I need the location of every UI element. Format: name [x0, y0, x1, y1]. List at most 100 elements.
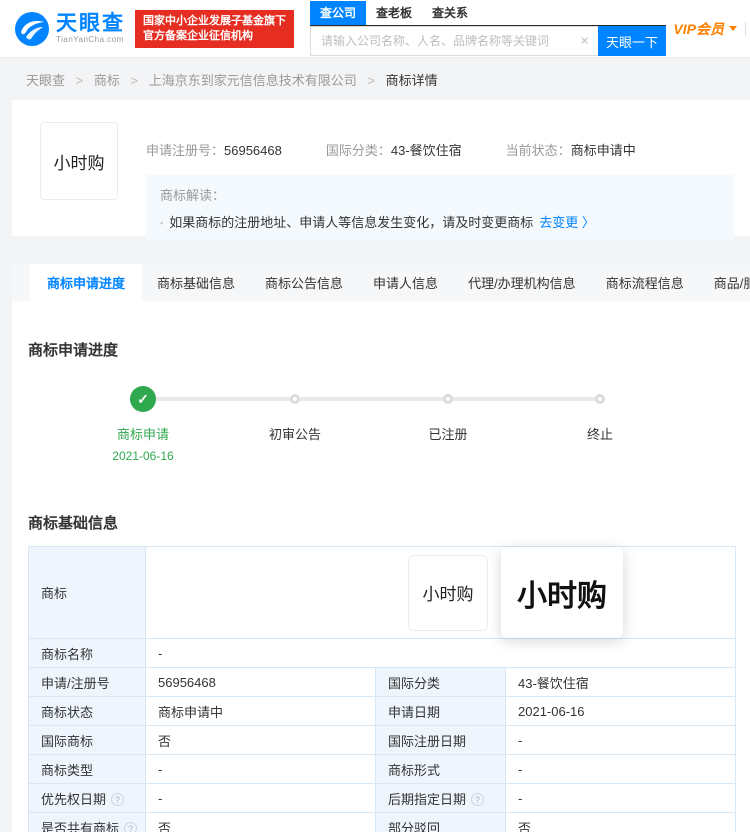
row-label: 后期指定日期 — [388, 792, 466, 807]
row-label: 申请/注册号 — [41, 676, 110, 691]
pending-dot-icon — [595, 394, 605, 404]
bullet-icon: ▪ — [160, 218, 163, 228]
tab-process-info[interactable]: 商标流程信息 — [591, 264, 699, 301]
eye-logo-icon — [14, 11, 50, 47]
field-international-class: 国际分类：43-餐饮住宿 — [326, 140, 462, 159]
breadcrumb-separator: > — [131, 73, 139, 88]
row-value: 否 — [506, 813, 736, 832]
clear-icon[interactable]: × — [580, 34, 589, 49]
row-label: 申请日期 — [388, 705, 440, 720]
note-title: 商标解读： — [160, 185, 720, 204]
go-change-link[interactable]: 去变更 〉 — [539, 215, 595, 230]
breadcrumb-current: 商标详情 — [386, 73, 438, 88]
help-icon[interactable]: ? — [471, 793, 484, 806]
row-value: 商标申请中 — [146, 697, 376, 726]
trademark-note-box: 商标解读： ▪ 如果商标的注册地址、申请人等信息发生变化，请及时变更商标去变更 〉 — [146, 175, 734, 240]
header-divider — [745, 22, 746, 36]
row-label: 商标名称 — [41, 647, 93, 662]
detail-content-panel: 商标申请进度 ✓ 商标申请 2021-06-16 初审公告 已注册 终止 商标基… — [12, 301, 750, 832]
tab-application-progress[interactable]: 商标申请进度 — [30, 264, 142, 301]
breadcrumb: 天眼查 > 商标 > 上海京东到家元信信息技术有限公司 > 商标详情 — [0, 58, 750, 100]
vip-label: VIP会员 — [673, 19, 724, 39]
detail-tabbar: 商标申请进度 商标基础信息 商标公告信息 申请人信息 代理/办理机构信息 商标流… — [12, 264, 750, 301]
table-row-trademark-image: 商标 小时购 小时购 — [29, 547, 736, 639]
row-value: 56956468 — [146, 668, 376, 697]
help-icon[interactable]: ? — [111, 793, 124, 806]
search-tab-company[interactable]: 查公司 — [310, 1, 366, 25]
row-label: 国际注册日期 — [388, 734, 466, 749]
search-tabs: 查公司 查老板 查关系 — [310, 1, 666, 26]
tab-basic-info[interactable]: 商标基础信息 — [142, 264, 250, 301]
row-label: 是否共有商标 — [41, 821, 119, 832]
certification-badge: 国家中小企业发展子基金旗下 官方备案企业征信机构 — [135, 10, 294, 48]
row-label: 商标 — [29, 547, 146, 639]
step-date: 2021-06-16 — [68, 449, 218, 463]
breadcrumb-company[interactable]: 上海京东到家元信信息技术有限公司 — [149, 73, 357, 88]
note-text: 如果商标的注册地址、申请人等信息发生变化，请及时变更商标 — [169, 215, 533, 230]
row-value: - — [146, 639, 736, 668]
application-progress-stepper: ✓ 商标申请 2021-06-16 初审公告 已注册 终止 — [12, 386, 750, 487]
badge-line2: 官方备案企业征信机构 — [143, 29, 286, 44]
search-tab-relation[interactable]: 查关系 — [422, 1, 478, 25]
chevron-right-icon: 〉 — [582, 215, 595, 230]
row-value: - — [506, 755, 736, 784]
row-label: 优先权日期 — [41, 792, 106, 807]
row-value: 2021-06-16 — [506, 697, 736, 726]
table-row: 商标类型 - 商标形式 - — [29, 755, 736, 784]
step-preliminary-gazette: 初审公告 — [220, 386, 370, 443]
step-terminated: 终止 — [525, 386, 675, 443]
logo-title: 天眼查 — [56, 13, 125, 35]
breadcrumb-separator: > — [367, 73, 375, 88]
breadcrumb-trademark[interactable]: 商标 — [94, 73, 120, 88]
help-icon[interactable]: ? — [124, 822, 137, 832]
header-search: 查公司 查老板 查关系 × 天眼一下 — [310, 1, 666, 56]
row-label: 商标类型 — [41, 763, 93, 778]
step-registered: 已注册 — [373, 386, 523, 443]
basic-info-section-title: 商标基础信息 — [12, 487, 750, 533]
trademark-image: 小时购 — [40, 122, 118, 200]
check-icon: ✓ — [130, 386, 156, 412]
row-value: - — [506, 726, 736, 755]
progress-section-title: 商标申请进度 — [12, 301, 750, 360]
tab-agency-info[interactable]: 代理/办理机构信息 — [453, 264, 591, 301]
breadcrumb-home[interactable]: 天眼查 — [26, 73, 65, 88]
basic-info-table: 商标 小时购 小时购 商标名称 - 申请/注册号 56956468 国际分类 4… — [28, 546, 736, 832]
step-application: ✓ 商标申请 2021-06-16 — [68, 386, 218, 463]
table-row: 申请/注册号 56956468 国际分类 43-餐饮住宿 — [29, 668, 736, 697]
tab-applicant-info[interactable]: 申请人信息 — [358, 264, 453, 301]
search-tab-boss[interactable]: 查老板 — [366, 1, 422, 25]
row-label: 国际商标 — [41, 734, 93, 749]
tianyancha-logo[interactable]: 天眼查 TianYanCha.com — [14, 11, 125, 47]
logo-subtitle: TianYanCha.com — [56, 35, 125, 44]
row-label: 部分驳回 — [388, 821, 440, 832]
table-row: 国际商标 否 国际注册日期 - — [29, 726, 736, 755]
row-label: 国际分类 — [388, 676, 440, 691]
table-row: 优先权日期? - 后期指定日期? - — [29, 784, 736, 813]
chevron-down-icon — [729, 26, 737, 31]
row-value: - — [146, 755, 376, 784]
trademark-thumbnail[interactable]: 小时购 — [408, 555, 488, 631]
breadcrumb-separator: > — [76, 73, 84, 88]
tab-announcement-info[interactable]: 商标公告信息 — [250, 264, 358, 301]
field-registration-number: 申请注册号：56956468 — [146, 140, 282, 159]
row-label: 商标状态 — [41, 705, 93, 720]
row-value: 否 — [146, 726, 376, 755]
tab-goods-services[interactable]: 商品/服务项目 — [699, 264, 750, 301]
table-row: 是否共有商标? 否 部分驳回 否 — [29, 813, 736, 832]
row-label: 商标形式 — [388, 763, 440, 778]
pending-dot-icon — [290, 394, 300, 404]
row-value: 否 — [146, 813, 376, 832]
row-value: 43-餐饮住宿 — [506, 668, 736, 697]
trademark-preview: 小时购 — [501, 547, 623, 638]
summary-fields: 申请注册号：56956468 国际分类：43-餐饮住宿 当前状态：商标申请中 — [146, 140, 734, 159]
badge-line1: 国家中小企业发展子基金旗下 — [143, 14, 286, 29]
pending-dot-icon — [443, 394, 453, 404]
top-header: 天眼查 TianYanCha.com 国家中小企业发展子基金旗下 官方备案企业征… — [0, 0, 750, 58]
note-line: ▪ 如果商标的注册地址、申请人等信息发生变化，请及时变更商标去变更 〉 — [160, 212, 720, 231]
field-current-status: 当前状态：商标申请中 — [506, 140, 636, 159]
search-input[interactable] — [310, 26, 598, 56]
trademark-summary-panel: 小时购 申请注册号：56956468 国际分类：43-餐饮住宿 当前状态：商标申… — [12, 100, 750, 236]
search-button[interactable]: 天眼一下 — [598, 26, 666, 56]
table-row: 商标名称 - — [29, 639, 736, 668]
vip-member-menu[interactable]: VIP会员 — [673, 19, 745, 39]
